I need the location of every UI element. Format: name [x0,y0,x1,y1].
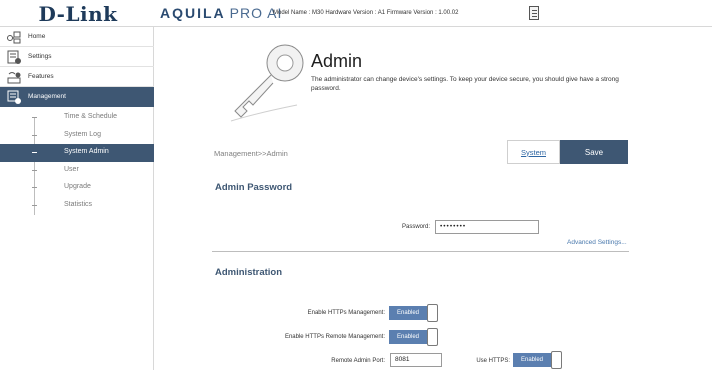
https-management-toggle[interactable]: Enabled [389,304,438,322]
password-input[interactable]: •••••••• [435,220,539,234]
sidebar-subitem-label: Time & Schedule [64,113,118,120]
settings-icon [6,49,22,65]
use-https-toggle[interactable]: Enabled [513,351,562,369]
sidebar-item-features[interactable]: Features [0,67,154,87]
sidebar-item-label: Features [28,73,54,80]
sidebar-subitem-label: Statistics [64,201,93,208]
toggle-knob [427,328,438,346]
sidebar-item-management[interactable]: Management [0,87,154,107]
page-title: Admin [311,51,363,71]
sidebar-item-label: Home [28,33,46,40]
toggle-knob [551,351,562,369]
https-remote-management-toggle[interactable]: Enabled [389,328,438,346]
sidebar-subitem-statistics[interactable]: Statistics [0,197,154,215]
sidebar-subitem-upgrade[interactable]: Upgrade [0,179,154,197]
toggle-knob [427,304,438,322]
submenu-bullet [32,117,37,118]
submenu-bullet [32,187,37,188]
main-content: Admin The administrator can change devic… [155,27,712,370]
remote-admin-port-label: Remote Admin Port: [331,358,385,364]
https-management-label: Enable HTTPs Management: [307,310,385,316]
sidebar-subitem-label: System Log [64,131,101,138]
sidebar-subitem-label: User [64,166,79,173]
document-icon[interactable] [529,6,539,20]
sidebar-item-home[interactable]: Home [0,27,154,47]
sidebar-item-label: Settings [28,53,52,60]
admin-password-heading: Admin Password [215,182,293,193]
submenu-bullet [32,152,37,153]
system-button[interactable]: System [507,140,560,164]
key-icon [227,39,307,123]
sidebar-item-label: Management [28,93,66,100]
sidebar-subitem-label: System Admin [64,148,109,155]
toggle-state: Enabled [389,306,427,320]
home-network-icon [6,29,22,45]
page-description: The administrator can change device's se… [311,76,619,92]
administration-heading: Administration [215,267,283,278]
toggle-state: Enabled [389,330,427,344]
sidebar-subitem-label: Upgrade [64,183,91,190]
sidebar-item-settings[interactable]: Settings [0,47,154,67]
sidebar: Home Settings Features Management Time &… [0,27,154,370]
sidebar-subitem-system-admin[interactable]: System Admin [0,144,154,162]
advanced-settings-link[interactable]: Advanced Settings... [567,239,627,246]
device-info: Model Name : M30 Hardware Version : A1 F… [273,10,459,16]
top-bar: D-Link AQUILA PRO AI Model Name : M30 Har… [0,0,712,27]
breadcrumb: Management>>Admin [214,149,288,158]
sidebar-subitem-user[interactable]: User [0,162,154,180]
password-label: Password: [401,224,430,230]
submenu-bullet [32,170,37,171]
sidebar-subitem-system-log[interactable]: System Log [0,127,154,145]
product-brand: AQUILA PRO AI [160,5,282,21]
save-button[interactable]: Save [560,140,628,164]
management-icon [6,89,22,105]
remote-admin-port-input[interactable]: 8081 [390,353,442,367]
section-divider [212,251,629,252]
use-https-label: Use HTTPS: [476,358,510,364]
submenu-bullet [32,205,37,206]
brand-name: AQUILA [160,5,226,21]
features-icon [6,69,22,85]
toggle-state: Enabled [513,353,551,367]
submenu-bullet [32,135,37,136]
sidebar-subitem-time-schedule[interactable]: Time & Schedule [0,109,154,127]
https-remote-management-label: Enable HTTPs Remote Management: [284,334,385,340]
dlink-logo[interactable]: D-Link [0,0,156,27]
